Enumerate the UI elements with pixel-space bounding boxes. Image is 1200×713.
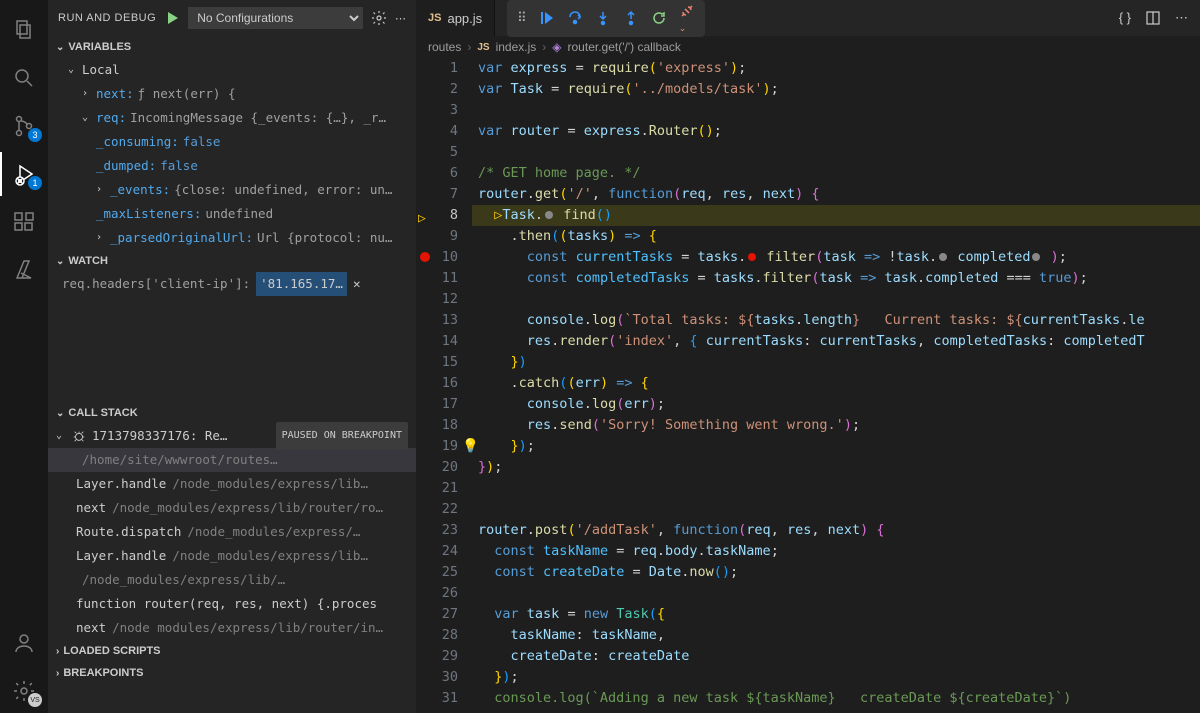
debug-sidebar: RUN AND DEBUG No Configurations ⋯ ⌄VARIA… xyxy=(48,0,416,713)
code-editor[interactable]: 12345678▷9101112131415161718192021222324… xyxy=(416,58,1200,713)
sidebar-title: RUN AND DEBUG xyxy=(58,12,156,24)
step-into-icon[interactable] xyxy=(595,10,611,26)
settings-gear-icon[interactable]: VS xyxy=(0,669,48,713)
source-control-icon[interactable]: 3 xyxy=(0,104,48,148)
variables-body: ⌄Local ›next: ƒ next(err) {⌄req: Incomin… xyxy=(48,58,416,250)
bug-icon xyxy=(72,429,86,443)
debug-badge: 1 xyxy=(28,176,42,190)
chevron-icon: › xyxy=(96,178,106,202)
chevron-icon: › xyxy=(82,82,92,106)
explorer-icon[interactable] xyxy=(0,8,48,52)
more-icon[interactable]: ⋯ xyxy=(1175,10,1188,26)
split-editor-icon[interactable] xyxy=(1145,10,1161,26)
chevron-down-icon: ⌄ xyxy=(56,424,66,448)
debug-toolbar: ⠿ ⌄ xyxy=(507,0,705,37)
js-file-icon: JS xyxy=(428,12,441,24)
breakpoints-header[interactable]: ›BREAKPOINTS xyxy=(48,662,416,684)
stack-frame[interactable]: Layer.handle/node_modules/express/lib… xyxy=(48,544,416,568)
lightbulb-icon[interactable]: 💡 xyxy=(472,436,479,457)
close-icon[interactable]: ✕ xyxy=(353,272,361,296)
watch-body: req.headers['client-ip']: '81.165.17… ✕ xyxy=(48,272,416,402)
breakpoint-icon[interactable] xyxy=(420,252,430,262)
stack-frame[interactable]: Route.dispatch/node_modules/express/… xyxy=(48,520,416,544)
chevron-icon: ⌄ xyxy=(82,106,92,130)
inline-breakpoint-disabled-icon[interactable] xyxy=(1032,253,1040,261)
watch-header[interactable]: ⌄WATCH xyxy=(48,250,416,272)
accounts-icon[interactable] xyxy=(0,621,48,665)
chevron-down-icon: ⌄ xyxy=(56,256,64,267)
inline-breakpoint-disabled-icon[interactable] xyxy=(939,253,947,261)
more-icon[interactable]: ⋯ xyxy=(395,12,406,25)
azure-icon[interactable] xyxy=(0,248,48,292)
method-icon: ◈ xyxy=(552,40,561,54)
callstack-body: ⌄ 1713798337176: Re… PAUSED ON BREAKPOIN… xyxy=(48,424,416,640)
js-file-icon: JS xyxy=(477,42,489,53)
drag-handle-icon[interactable]: ⠿ xyxy=(517,10,527,26)
chevron-down-icon: ⌄ xyxy=(56,408,64,419)
stack-frame[interactable]: function router(req, res, next) {.proces xyxy=(48,592,416,616)
chevron-icon: › xyxy=(96,226,106,250)
debug-titlebar: RUN AND DEBUG No Configurations ⋯ xyxy=(48,0,416,36)
inline-breakpoint-icon[interactable] xyxy=(748,253,756,261)
start-debug-icon[interactable] xyxy=(164,10,180,26)
stack-frame[interactable]: next/node_modules/express/lib/router/ro… xyxy=(48,496,416,520)
settings-badge: VS xyxy=(28,693,42,707)
restart-icon[interactable] xyxy=(651,10,667,26)
extensions-icon[interactable] xyxy=(0,200,48,244)
step-out-icon[interactable] xyxy=(623,10,639,26)
variables-header[interactable]: ⌄VARIABLES xyxy=(48,36,416,58)
chevron-down-icon: ⌄ xyxy=(68,58,78,82)
editor-area: JS app.js ⠿ ⌄ { } ⋯ routes› JSindex.js› … xyxy=(416,0,1200,713)
continue-icon[interactable] xyxy=(539,10,555,26)
stack-frame[interactable]: /home/site/wwwroot/routes… xyxy=(48,448,416,472)
paused-badge: PAUSED ON BREAKPOINT xyxy=(276,422,408,450)
variable-row[interactable]: ›_events: {close: undefined, error: un… xyxy=(48,178,416,202)
disconnect-icon[interactable]: ⌄ xyxy=(679,3,695,34)
variable-row[interactable]: ›next: ƒ next(err) { xyxy=(48,82,416,106)
variable-row[interactable]: _maxListeners: undefined xyxy=(48,202,416,226)
variable-row[interactable]: ⌄req: IncomingMessage {_events: {…}, _r… xyxy=(48,106,416,130)
chevron-down-icon: ⌄ xyxy=(56,42,64,53)
tab-appjs[interactable]: JS app.js xyxy=(416,0,495,36)
gear-icon[interactable] xyxy=(371,10,387,26)
stack-frame[interactable]: /node_modules/express/lib/… xyxy=(48,568,416,592)
variable-row[interactable]: _consuming: false xyxy=(48,130,416,154)
chevron-right-icon: › xyxy=(56,646,59,657)
breadcrumb[interactable]: routes› JSindex.js› ◈router.get('/') cal… xyxy=(416,36,1200,58)
scm-badge: 3 xyxy=(28,128,42,142)
braces-icon[interactable]: { } xyxy=(1119,10,1131,26)
watch-value: '81.165.17… xyxy=(256,272,347,296)
loaded-scripts-header[interactable]: ›LOADED SCRIPTS xyxy=(48,640,416,662)
inline-breakpoint-disabled-icon[interactable] xyxy=(545,211,553,219)
callstack-thread[interactable]: ⌄ 1713798337176: Re… PAUSED ON BREAKPOIN… xyxy=(48,424,416,448)
activity-bar: 3 1 VS xyxy=(0,0,48,713)
stack-frame[interactable]: next/node modules/express/lib/router/in… xyxy=(48,616,416,640)
variables-scope[interactable]: ⌄Local xyxy=(48,58,416,82)
step-over-icon[interactable] xyxy=(567,10,583,26)
callstack-header[interactable]: ⌄CALL STACK xyxy=(48,402,416,424)
variable-row[interactable]: ›_parsedOriginalUrl: Url {protocol: nu… xyxy=(48,226,416,250)
tab-bar: JS app.js ⠿ ⌄ { } ⋯ xyxy=(416,0,1200,36)
run-debug-icon[interactable]: 1 xyxy=(0,152,48,196)
stack-frame[interactable]: Layer.handle/node_modules/express/lib… xyxy=(48,472,416,496)
debug-config-select[interactable]: No Configurations xyxy=(188,7,363,29)
chevron-right-icon: › xyxy=(56,668,59,679)
watch-expression[interactable]: req.headers['client-ip']: '81.165.17… ✕ xyxy=(48,272,416,296)
search-icon[interactable] xyxy=(0,56,48,100)
variable-row[interactable]: _dumped: false xyxy=(48,154,416,178)
